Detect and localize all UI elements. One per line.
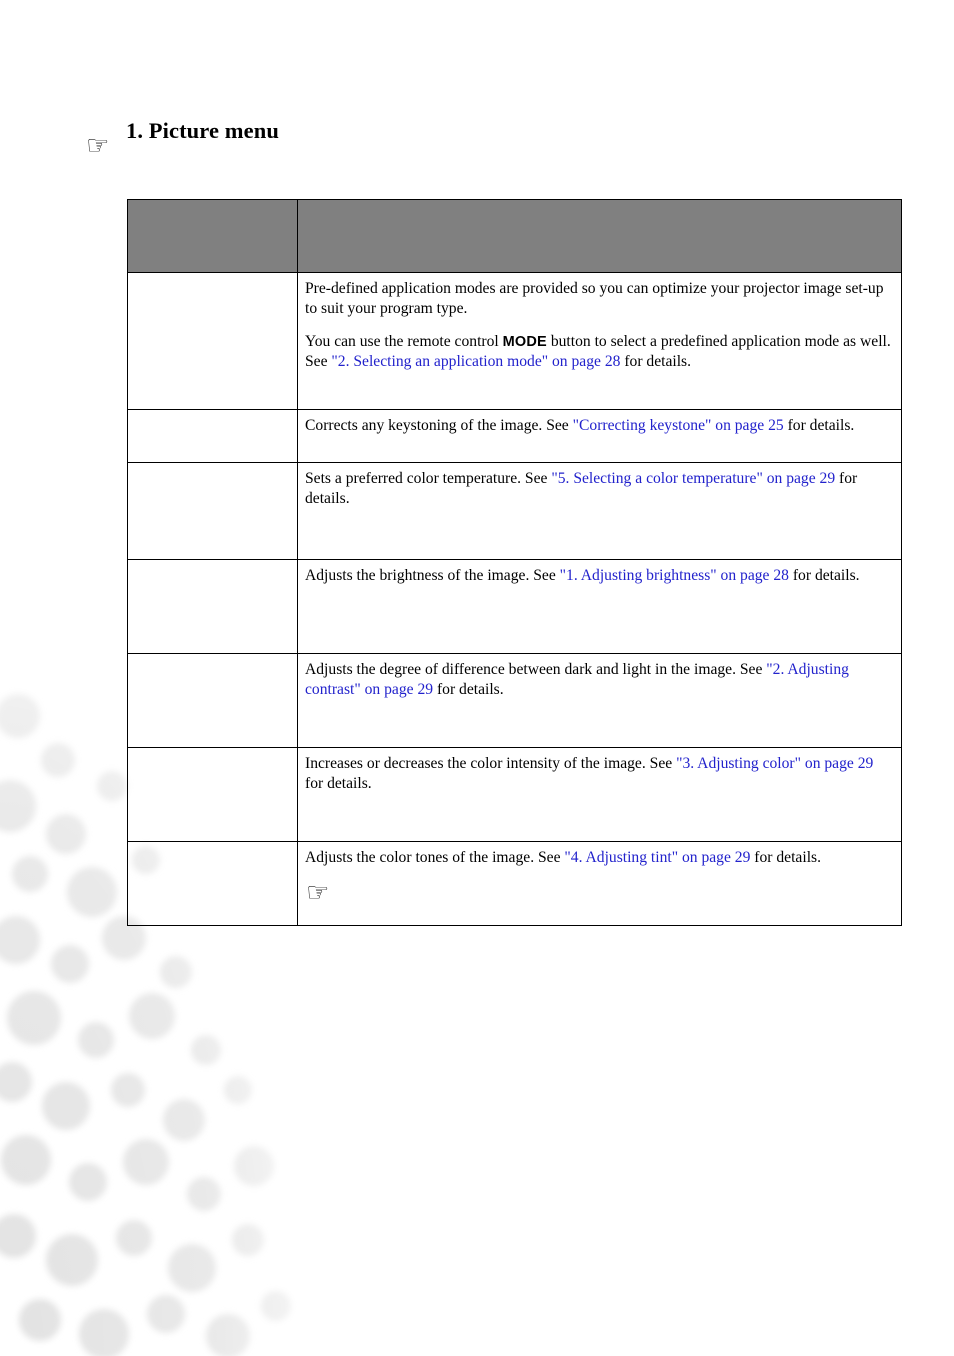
cell-function-name bbox=[127, 409, 298, 463]
table-row: Corrects any keystoning of the image. Se… bbox=[127, 409, 902, 463]
cross-reference-link[interactable]: "2. Selecting an application mode" on pa… bbox=[331, 353, 620, 370]
picture-menu-table: Pre-defined application modes are provid… bbox=[127, 199, 902, 926]
description-paragraph: Sets a preferred color temperature. See … bbox=[305, 469, 891, 510]
remote-button-label: MODE bbox=[502, 333, 547, 350]
table-row: Pre-defined application modes are provid… bbox=[127, 272, 902, 410]
table-row: Adjusts the degree of difference between… bbox=[127, 653, 902, 748]
description-paragraph: Adjusts the degree of difference between… bbox=[305, 660, 891, 701]
function-name-text bbox=[128, 654, 297, 664]
function-name-text bbox=[128, 273, 297, 283]
description-text: Increases or decreases the color intensi… bbox=[298, 748, 901, 801]
function-name-text bbox=[128, 748, 297, 758]
cell-description: Pre-defined application modes are provid… bbox=[297, 272, 902, 410]
page-title: 1. Picture menu bbox=[126, 118, 279, 144]
cell-function-name bbox=[127, 272, 298, 410]
cell-function-name bbox=[127, 559, 298, 654]
description-text: Adjusts the brightness of the image. See… bbox=[298, 560, 901, 592]
description-text-run: for details. bbox=[750, 849, 821, 866]
cross-reference-link[interactable]: "Correcting keystone" on page 25 bbox=[573, 417, 784, 434]
cell-function-name bbox=[127, 462, 298, 560]
column-header-description bbox=[297, 199, 902, 273]
pointing-hand-icon: ☞ bbox=[86, 133, 126, 165]
description-text: Pre-defined application modes are provid… bbox=[298, 273, 901, 378]
table-row: Adjusts the brightness of the image. See… bbox=[127, 559, 902, 654]
description-text-run: Adjusts the color tones of the image. Se… bbox=[305, 849, 565, 866]
picture-menu-table-body: Pre-defined application modes are provid… bbox=[127, 272, 902, 926]
table-row: Increases or decreases the color intensi… bbox=[127, 747, 902, 842]
cell-function-name bbox=[127, 653, 298, 748]
column-header-description-label bbox=[298, 200, 901, 221]
description-text-run: Sets a preferred color temperature. See bbox=[305, 470, 552, 487]
description-text-run: for details. bbox=[783, 417, 855, 434]
cross-reference-link[interactable]: "5. Selecting a color temperature" on pa… bbox=[551, 470, 835, 487]
description-paragraph: Corrects any keystoning of the image. Se… bbox=[305, 416, 891, 436]
description-text-run: for details. bbox=[305, 775, 372, 793]
description-text-run: Corrects any keystoning of the image. Se… bbox=[305, 417, 573, 434]
column-header-function bbox=[127, 199, 298, 273]
pointing-hand-glyph: ☞ bbox=[86, 131, 110, 161]
description-text: Adjusts the color tones of the image. Se… bbox=[298, 842, 901, 912]
description-text: Adjusts the degree of difference between… bbox=[298, 654, 901, 707]
column-header-function-label bbox=[128, 200, 297, 221]
description-text-run: for details. bbox=[620, 352, 692, 370]
table-header-row bbox=[127, 199, 902, 273]
pointing-hand-icon: ☞ bbox=[306, 878, 330, 909]
cell-function-name bbox=[127, 747, 298, 842]
cell-description: Sets a preferred color temperature. See … bbox=[297, 462, 902, 560]
table-row: Sets a preferred color temperature. See … bbox=[127, 462, 902, 560]
description-paragraph: Adjusts the color tones of the image. Se… bbox=[305, 848, 891, 868]
cell-function-name bbox=[127, 841, 298, 926]
description-text-run: Pre-defined application modes are provid… bbox=[305, 280, 884, 318]
description-paragraph: You can use the remote control MODE butt… bbox=[305, 332, 891, 373]
cell-description: Adjusts the degree of difference between… bbox=[297, 653, 902, 748]
description-text: Sets a preferred color temperature. See … bbox=[298, 463, 901, 516]
description-text-run: Increases or decreases the color intensi… bbox=[305, 755, 677, 772]
description-paragraph: Adjusts the brightness of the image. See… bbox=[305, 566, 891, 586]
cross-reference-link[interactable]: "3. Adjusting color" on page 29 bbox=[676, 755, 873, 772]
description-text: Corrects any keystoning of the image. Se… bbox=[298, 410, 901, 442]
document-page: 1. Picture menu ☞ Pre-defined applicatio… bbox=[0, 0, 954, 1356]
description-text-run: You can use the remote control bbox=[305, 332, 503, 350]
cell-description: Adjusts the brightness of the image. See… bbox=[297, 559, 902, 654]
cell-description: Adjusts the color tones of the image. Se… bbox=[297, 841, 902, 926]
cell-description: Increases or decreases the color intensi… bbox=[297, 747, 902, 842]
description-paragraph: Increases or decreases the color intensi… bbox=[305, 754, 891, 795]
description-text-run: Adjusts the brightness of the image. See bbox=[305, 567, 560, 584]
cross-reference-link[interactable]: "4. Adjusting tint" on page 29 bbox=[564, 849, 750, 866]
cross-reference-link[interactable]: "1. Adjusting brightness" on page 28 bbox=[560, 567, 789, 584]
description-text-run: Adjusts the degree of difference between… bbox=[305, 661, 767, 678]
function-name-text bbox=[128, 560, 297, 570]
function-name-text bbox=[128, 463, 297, 473]
table-row: Adjusts the color tones of the image. Se… bbox=[127, 841, 902, 926]
function-name-text bbox=[128, 410, 297, 420]
description-text-run: for details. bbox=[433, 681, 504, 699]
function-name-text bbox=[128, 842, 297, 852]
cell-description: Corrects any keystoning of the image. Se… bbox=[297, 409, 902, 463]
description-text-run: for details. bbox=[788, 567, 860, 584]
description-paragraph: Pre-defined application modes are provid… bbox=[305, 279, 891, 320]
